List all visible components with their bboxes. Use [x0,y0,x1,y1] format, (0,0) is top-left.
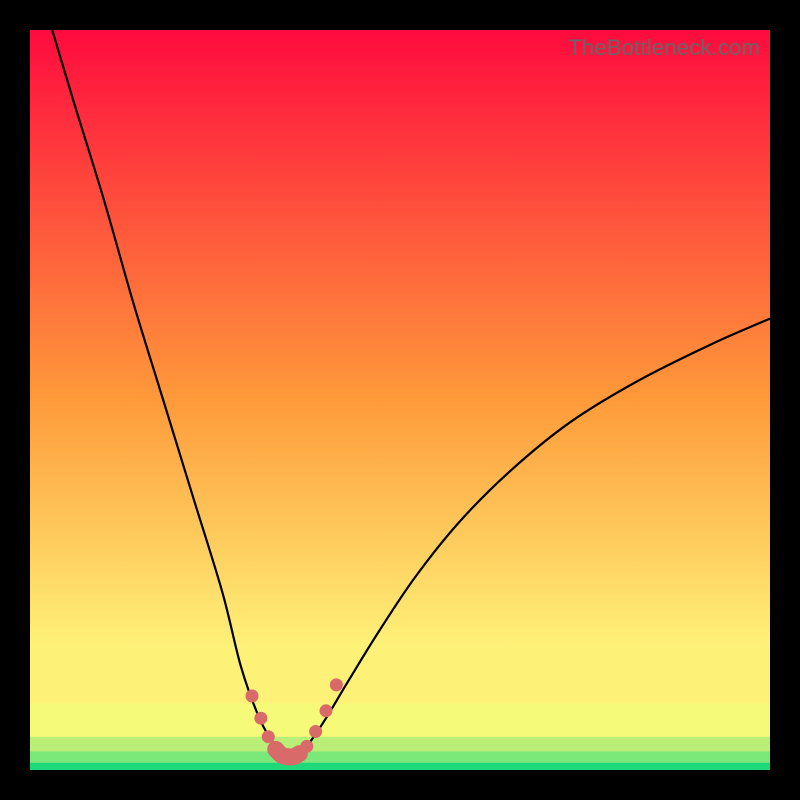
valley-dot [320,704,333,717]
bottleneck-chart [30,30,770,770]
background-band [30,763,770,770]
background-band [30,752,770,763]
watermark-text: TheBottleneck.com [568,35,760,61]
valley-dot [254,712,267,725]
plot-area: TheBottleneck.com [30,30,770,770]
background-band [30,737,770,752]
valley-dot [330,678,343,691]
valley-pill [276,749,300,757]
background-band [30,703,770,736]
valley-dot [262,730,275,743]
background-band [30,644,770,703]
frame: TheBottleneck.com [0,0,800,800]
valley-dot [246,690,259,703]
valley-dot [309,725,322,738]
valley-dot [300,740,313,753]
